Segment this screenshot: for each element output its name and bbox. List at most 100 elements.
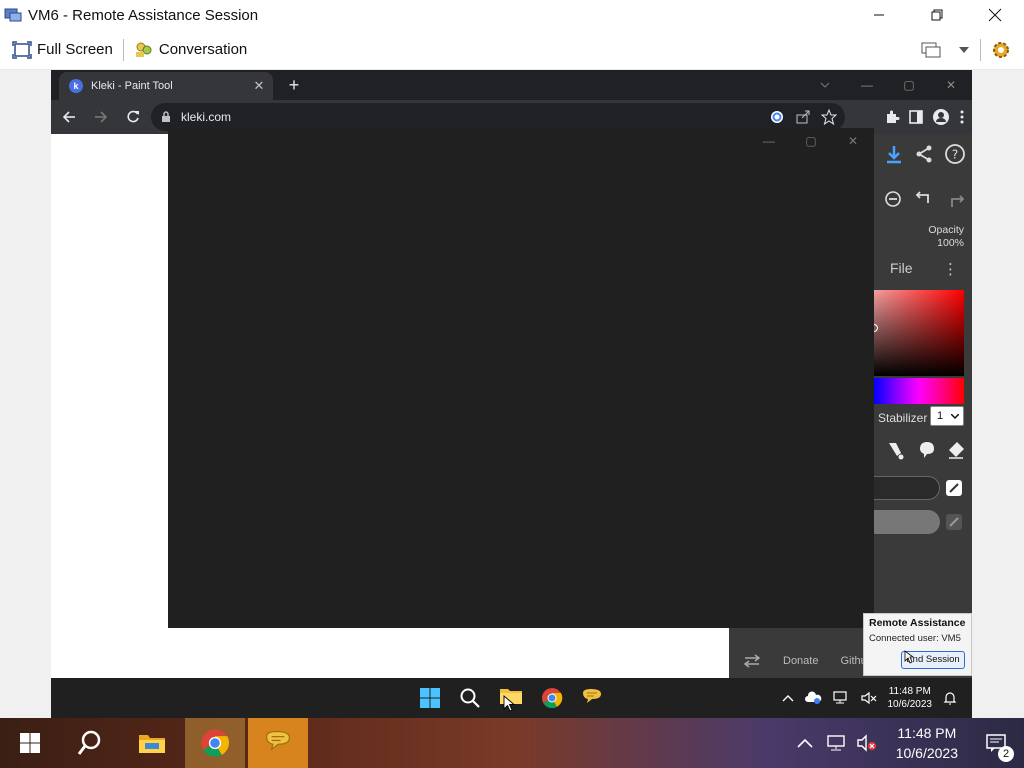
network-icon[interactable] [826, 734, 848, 752]
conversation-button[interactable]: Conversation [126, 35, 255, 65]
restore-button[interactable] [908, 0, 966, 30]
chrome-taskbar-button[interactable] [185, 718, 245, 768]
eraser-tool-icon[interactable] [946, 440, 966, 460]
display-dropdown-button[interactable] [955, 35, 978, 65]
windows-start-icon [20, 733, 40, 753]
full-screen-icon [12, 40, 32, 59]
remote-assistance-toolbar: Full Screen Conversation [0, 30, 1024, 70]
windows-start-icon[interactable] [419, 687, 441, 709]
settings-button[interactable] [983, 35, 1024, 65]
chrome-icon [201, 729, 230, 757]
profile-avatar-icon[interactable] [932, 108, 950, 126]
share-nodes-icon[interactable] [914, 144, 934, 164]
network-icon[interactable] [832, 691, 850, 705]
remote-assistance-icon [265, 730, 291, 752]
tab-search-button[interactable] [804, 70, 846, 100]
toolbar-divider [122, 38, 124, 61]
browser-minimize-button[interactable]: — [846, 70, 888, 100]
host-clock[interactable]: 11:48 PM 10/6/2023 [896, 723, 958, 763]
popup-title: Remote Assistance [869, 617, 966, 629]
stabilizer-select[interactable]: 1 [930, 406, 964, 426]
new-tab-button[interactable]: + [283, 74, 305, 96]
overlay-close-button[interactable]: ✕ [832, 128, 874, 154]
volume-muted-icon[interactable] [856, 734, 878, 752]
start-button[interactable] [0, 718, 60, 768]
remote-assistance-taskbar-icon[interactable] [581, 687, 603, 709]
folder-icon [139, 735, 165, 753]
extensions-puzzle-icon[interactable] [884, 109, 900, 125]
close-icon [988, 8, 1002, 22]
window-title: VM6 - Remote Assistance Session [28, 6, 259, 24]
browser-tab-bar: k Kleki - Paint Tool ✕ + — ▢ ✕ [51, 70, 972, 100]
notification-bell-icon[interactable] [942, 690, 958, 706]
lock-icon [162, 111, 170, 122]
chrome-taskbar-icon[interactable] [541, 687, 563, 709]
opacity-display: Opacity 100% [928, 224, 964, 250]
donate-link[interactable]: Donate [783, 655, 818, 667]
pen-icon [949, 517, 959, 527]
side-panel-icon[interactable] [908, 109, 924, 125]
browser-close-button[interactable]: ✕ [930, 70, 972, 100]
reload-button[interactable] [119, 103, 147, 131]
search-icon [77, 730, 101, 755]
share-icon[interactable] [795, 109, 811, 125]
remote-date: 10/6/2023 [887, 699, 933, 710]
remote-assistance-taskbar-button[interactable] [248, 718, 308, 768]
zoom-out-icon[interactable] [884, 190, 902, 208]
bookmark-star-icon[interactable] [821, 109, 837, 125]
connected-user-text: Connected user: VM5 [869, 633, 961, 644]
volume-muted-icon[interactable] [860, 691, 878, 705]
brush-tool-icon[interactable] [886, 440, 906, 460]
google-lens-icon[interactable] [769, 109, 785, 125]
overlay-maximize-button[interactable]: ▢ [790, 128, 832, 154]
brush-opacity-slider[interactable] [874, 510, 940, 534]
forward-button[interactable] [87, 103, 115, 131]
chevron-up-icon[interactable] [782, 694, 794, 702]
brush-size-slider[interactable] [874, 476, 940, 500]
minimize-button[interactable] [850, 0, 908, 30]
remote-clock[interactable]: 11:48 PM 10/6/2023 [888, 685, 933, 711]
action-center-button[interactable]: 2 [976, 718, 1016, 768]
help-icon[interactable]: ? [944, 143, 966, 165]
settings-gear-icon [993, 42, 1009, 58]
mouse-pointer-icon [904, 650, 914, 664]
file-explorer-button[interactable] [122, 718, 182, 768]
undo-icon[interactable] [914, 189, 934, 209]
stabilizer-label: Stabilizer [878, 411, 928, 425]
mouse-pointer-icon [503, 694, 515, 712]
color-picker-area[interactable] [870, 290, 964, 376]
onedrive-status-icon[interactable] [804, 691, 822, 705]
opacity-label: Opacity [928, 224, 964, 236]
host-date: 10/6/2023 [895, 745, 958, 761]
tab-title: Kleki - Paint Tool [91, 80, 173, 92]
more-options-icon[interactable]: ⋮ [943, 260, 958, 278]
swap-arrows-icon[interactable] [743, 654, 761, 668]
file-tab[interactable]: File [890, 260, 913, 276]
file-explorer-taskbar-button[interactable] [499, 685, 523, 712]
browser-maximize-button[interactable]: ▢ [888, 70, 930, 100]
full-screen-label: Full Screen [37, 41, 113, 58]
pen-pressure-opacity-toggle[interactable] [946, 514, 962, 530]
chevron-up-icon[interactable] [796, 737, 814, 749]
smudge-tool-icon[interactable] [916, 440, 936, 460]
search-button[interactable] [60, 718, 120, 768]
search-icon[interactable] [459, 687, 481, 709]
remote-desktop-screen[interactable]: k Kleki - Paint Tool ✕ + — ▢ ✕ kleki.com… [51, 70, 972, 718]
browser-tab-kleki[interactable]: k Kleki - Paint Tool ✕ [59, 72, 273, 100]
display-settings-button[interactable] [912, 35, 955, 65]
opacity-value: 100% [937, 237, 964, 249]
overlay-minimize-button[interactable]: — [748, 128, 790, 154]
svg-text:?: ? [952, 148, 958, 162]
redo-icon[interactable] [946, 189, 966, 209]
close-button[interactable] [966, 0, 1024, 30]
browser-menu-icon[interactable] [958, 109, 966, 125]
tab-close-button[interactable]: ✕ [249, 78, 269, 94]
hue-slider[interactable] [874, 378, 964, 404]
pen-pressure-size-toggle[interactable] [946, 480, 962, 496]
full-screen-button[interactable]: Full Screen [4, 35, 121, 65]
host-time: 11:48 PM [897, 725, 957, 741]
address-bar[interactable]: kleki.com [151, 103, 845, 131]
back-button[interactable] [55, 103, 83, 131]
blank-dark-window[interactable]: — ▢ ✕ [168, 128, 874, 628]
download-icon[interactable] [884, 144, 904, 164]
